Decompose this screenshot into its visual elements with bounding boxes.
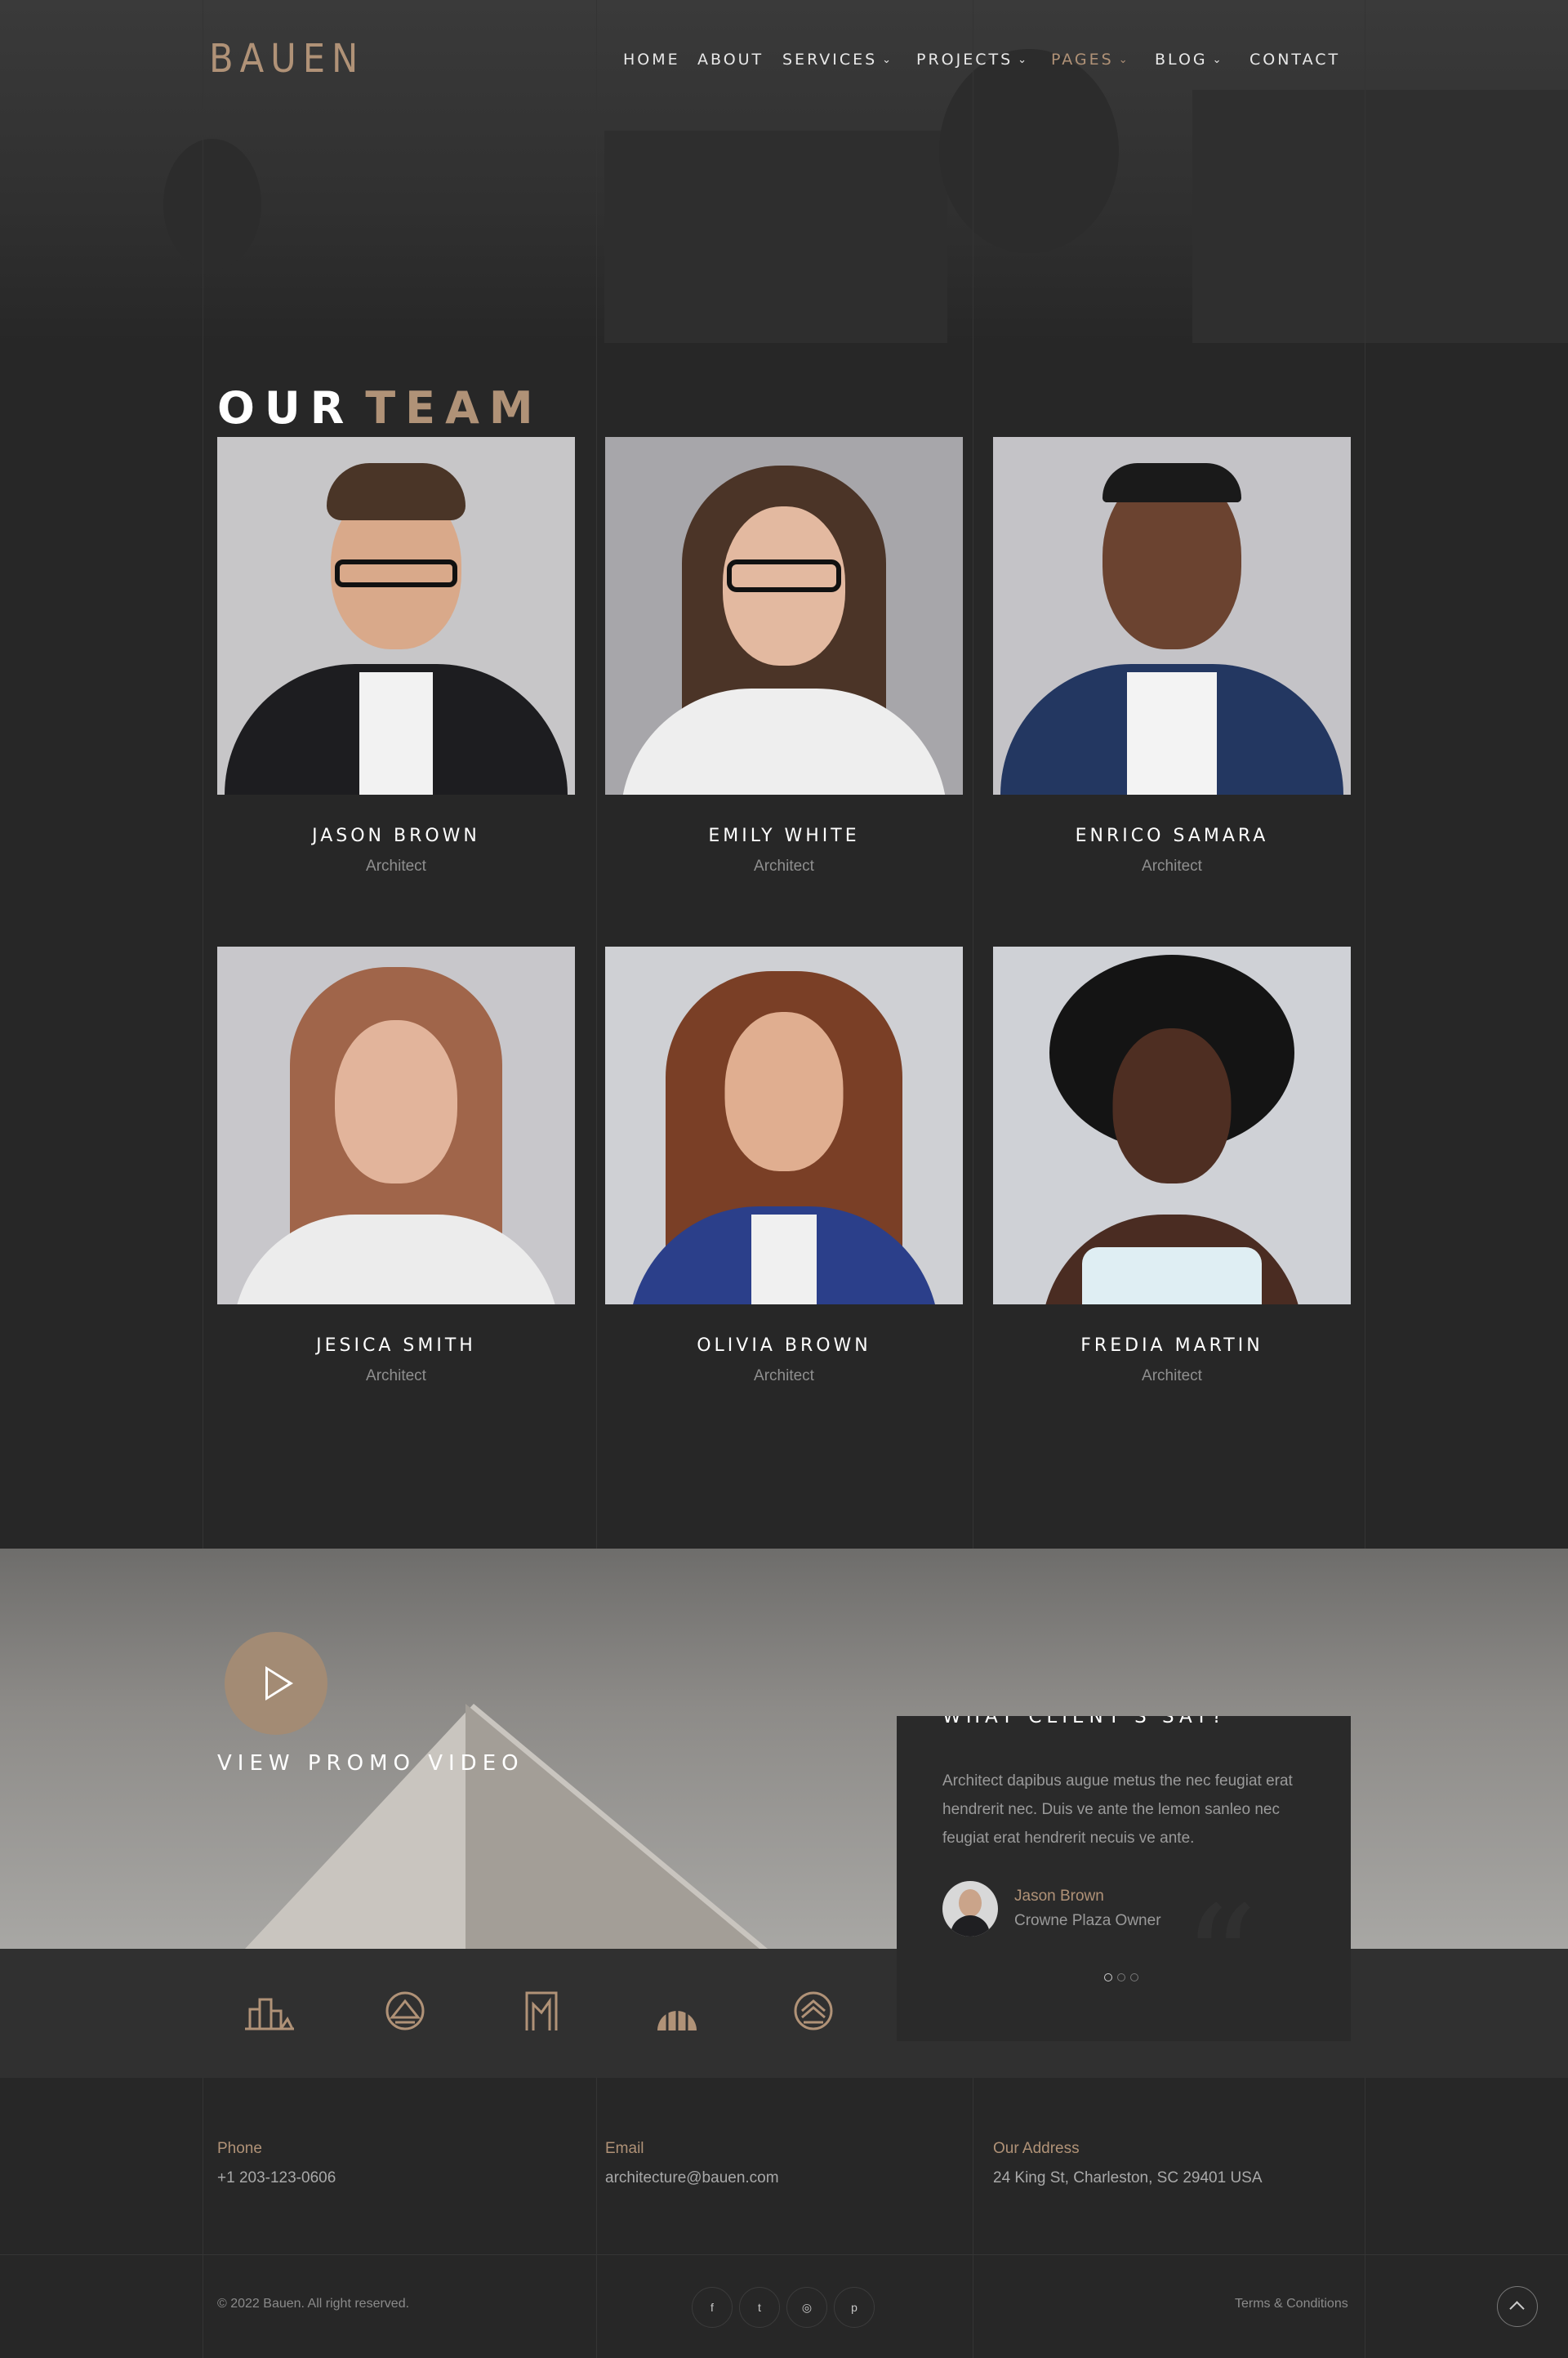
team-card[interactable]: FREDIA MARTIN Architect [993, 947, 1351, 1385]
footer-divider [0, 2254, 1568, 2255]
back-to-top-button[interactable] [1497, 2286, 1538, 2327]
chevron-down-icon: ⌄ [1118, 54, 1130, 66]
chevron-down-icon: ⌄ [882, 54, 894, 66]
slider-dot[interactable] [1104, 1973, 1112, 1981]
copyright: © 2022 Bauen. All right reserved. [217, 2297, 410, 2311]
email-label: Email [605, 2140, 644, 2157]
play-video-button[interactable] [225, 1632, 327, 1735]
arch-frame-logo-icon[interactable] [514, 1990, 569, 2032]
slider-dot[interactable] [1130, 1973, 1138, 1981]
pinterest-icon[interactable]: p [834, 2287, 875, 2328]
member-name: OLIVIA BROWN [697, 1335, 871, 1356]
member-role: Architect [366, 858, 426, 875]
quote-icon: “ [1183, 1875, 1258, 2041]
address-value: 24 King St, Charleston, SC 29401 USA [993, 2169, 1263, 2186]
member-role: Architect [1142, 1367, 1202, 1384]
nav-item-projects[interactable]: PROJECTS ⌄ [916, 51, 1029, 69]
nav-item-services[interactable]: SERVICES ⌄ [782, 51, 893, 69]
member-photo [217, 437, 575, 795]
layers-circle-logo-icon[interactable] [786, 1990, 841, 2032]
team-card[interactable]: JESICA SMITH Architect [217, 947, 575, 1385]
dome-logo-icon[interactable] [649, 1990, 705, 2032]
member-role: Architect [1142, 858, 1202, 875]
address-label: Our Address [993, 2140, 1080, 2157]
promo-video-label[interactable]: VIEW PROMO VIDEO [217, 1751, 524, 1776]
nav-item-about[interactable]: ABOUT [697, 51, 764, 69]
terms-link[interactable]: Terms & Conditions [1235, 2297, 1348, 2311]
member-photo [217, 947, 575, 1304]
member-name: FREDIA MARTIN [1080, 1335, 1263, 1356]
member-role: Architect [754, 858, 814, 875]
buildings-logo-icon[interactable] [242, 1990, 297, 2032]
email-value[interactable]: architecture@bauen.com [605, 2169, 779, 2187]
chevron-down-icon: ⌄ [1018, 54, 1030, 66]
member-role: Architect [366, 1367, 426, 1384]
avatar [942, 1881, 998, 1937]
site-logo[interactable]: BAUEN [209, 36, 364, 82]
member-name: JESICA SMITH [316, 1335, 476, 1356]
member-name: ENRICO SAMARA [1075, 826, 1269, 846]
phone-label: Phone [217, 2140, 262, 2157]
team-card[interactable]: JASON BROWN Architect [217, 437, 575, 876]
team-card[interactable]: OLIVIA BROWN Architect [605, 947, 963, 1385]
testimonial-box: WHAT CLIENT'S SAY? Architect dapibus aug… [897, 1716, 1351, 2041]
phone-value[interactable]: +1 203-123-0606 [217, 2169, 336, 2187]
nav-item-contact[interactable]: CONTACT [1250, 51, 1340, 69]
member-photo [993, 437, 1351, 795]
testimonial-author-role: Crowne Plaza Owner [1014, 1912, 1161, 1929]
member-name: JASON BROWN [312, 826, 480, 846]
facebook-icon[interactable]: f [692, 2287, 733, 2328]
pyramid-circle-logo-icon[interactable] [377, 1990, 433, 2032]
team-card[interactable]: ENRICO SAMARA Architect [993, 437, 1351, 876]
section-title: OUR TEAM [217, 382, 543, 435]
member-name: EMILY WHITE [708, 826, 860, 846]
testimonial-heading: WHAT CLIENT'S SAY? [942, 1716, 1227, 1727]
slider-dots [1104, 1971, 1143, 1986]
nav-item-blog[interactable]: BLOG ⌄ [1155, 51, 1224, 69]
slider-dot[interactable] [1117, 1973, 1125, 1981]
nav-item-home[interactable]: HOME [623, 51, 680, 69]
chevron-down-icon: ⌄ [1212, 54, 1224, 66]
instagram-icon[interactable]: ◎ [786, 2287, 827, 2328]
testimonial-text: Architect dapibus augue metus the nec fe… [942, 1772, 1293, 1847]
member-photo [993, 947, 1351, 1304]
member-role: Architect [754, 1367, 814, 1384]
twitter-icon[interactable]: t [739, 2287, 780, 2328]
team-card[interactable]: EMILY WHITE Architect [605, 437, 963, 876]
testimonial-author: Jason Brown [1014, 1888, 1104, 1905]
chevron-up-icon [1509, 2301, 1525, 2316]
member-photo [605, 947, 963, 1304]
member-photo [605, 437, 963, 795]
nav-item-pages[interactable]: PAGES ⌄ [1051, 51, 1130, 69]
